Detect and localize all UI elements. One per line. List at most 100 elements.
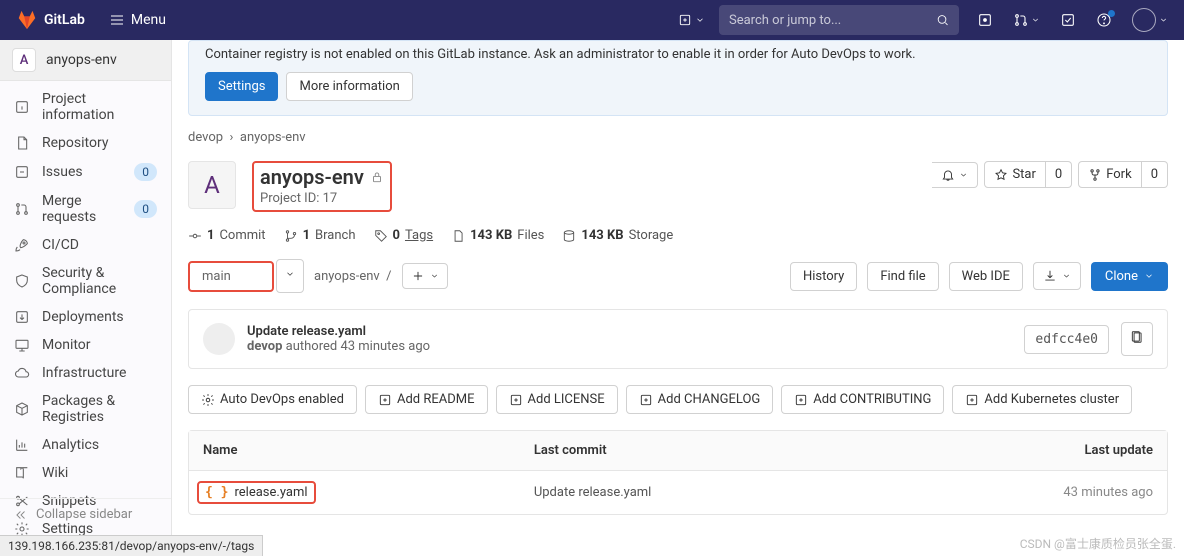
collapse-label: Collapse sidebar [36,507,132,522]
chevron-down-icon [695,13,705,27]
breadcrumb-project[interactable]: anyops-env [240,130,306,145]
history-button[interactable]: History [790,262,857,291]
sidebar-item-ci-cd[interactable]: CI/CD [0,231,171,259]
monitor-icon [14,337,30,353]
sidebar-item-merge-requests[interactable]: Merge requests 0 [0,187,171,231]
star-button[interactable]: Star 0 [984,161,1072,188]
yaml-file-icon: { } [205,485,228,500]
sidebar-item-infrastructure[interactable]: Infrastructure [0,359,171,387]
more-info-button[interactable]: More information [286,72,412,101]
sidebar-item-repository[interactable]: Repository [0,129,171,157]
download-icon [1043,269,1057,283]
sidebar-item-security-compliance[interactable]: Security & Compliance [0,259,171,303]
branch-selector[interactable]: main [188,261,274,292]
quick-action-add-readme[interactable]: Add README [365,385,488,414]
help-nav-icon[interactable] [1096,12,1112,28]
collapse-sidebar-button[interactable]: Collapse sidebar [0,498,171,530]
download-button[interactable] [1033,262,1081,290]
quick-action-auto-devops-enabled[interactable]: Auto DevOps enabled [188,385,357,414]
search-box[interactable] [719,5,959,35]
menu-button[interactable]: Menu [109,12,166,28]
user-avatar-dropdown[interactable] [1132,8,1168,32]
commit-time: 43 minutes ago [340,339,430,354]
issues-nav-icon[interactable] [977,12,993,28]
branches-stat[interactable]: 1Branch [284,228,356,243]
storage-stat[interactable]: 143 KBStorage [562,228,673,243]
lock-icon [370,170,384,184]
quick-action-add-kubernetes-cluster[interactable]: Add Kubernetes cluster [952,385,1132,414]
settings-button[interactable]: Settings [205,72,278,101]
breadcrumb-group[interactable]: devop [188,130,223,145]
sidebar-item-analytics[interactable]: Analytics [0,431,171,459]
top-navbar: GitLab Menu [0,0,1184,40]
sidebar-item-packages-registries[interactable]: Packages & Registries [0,387,171,431]
commits-stat[interactable]: 1Commit [188,228,266,243]
tags-stat[interactable]: 0Tags [374,228,434,243]
sidebar-item-label: Repository [42,135,108,151]
status-bar-url: 139.198.166.235:81/devop/anyops-env/-/ta… [0,535,263,556]
project-stats: 1Commit 1Branch 0Tags 143 KBFiles 143 KB… [188,228,1168,243]
commit-author-avatar[interactable] [203,323,235,355]
hamburger-icon [109,12,125,28]
shield-icon [14,273,30,289]
container-registry-banner: Container registry is not enabled on thi… [188,40,1168,116]
search-input[interactable] [729,13,936,28]
banner-message: Container registry is not enabled on thi… [205,47,1151,62]
plus-square-icon [509,393,523,407]
info-icon [14,99,30,115]
sidebar-item-label: Project information [42,91,157,123]
merge-requests-nav-icon[interactable] [1013,12,1040,28]
web-ide-button[interactable]: Web IDE [949,262,1023,291]
watermark: CSDN @富士康质检员张全蛋. [1020,535,1176,552]
project-avatar-small: A [12,48,36,72]
new-dropdown-button[interactable] [678,13,705,27]
quick-action-add-license[interactable]: Add LICENSE [496,385,618,414]
book-icon [14,465,30,481]
brand-name: GitLab [44,12,85,28]
commit-author[interactable]: devop [247,339,282,354]
sidebar-item-label: Wiki [42,465,68,481]
col-name: Name [189,431,520,471]
sidebar-item-label: Merge requests [42,193,122,225]
quick-action-add-changelog[interactable]: Add CHANGELOG [626,385,774,414]
sidebar-badge: 0 [134,163,157,181]
clone-button[interactable]: Clone [1091,262,1168,291]
copy-sha-button[interactable] [1121,322,1153,356]
quick-action-add-contributing[interactable]: Add CONTRIBUTING [781,385,944,414]
chevron-down-icon [430,269,439,283]
sidebar-item-label: Deployments [42,309,124,325]
repo-path[interactable]: anyops-env / [314,269,392,284]
sidebar-project-link[interactable]: A anyops-env [0,40,171,81]
project-id: Project ID: 17 [260,191,384,206]
sidebar-item-issues[interactable]: Issues 0 [0,157,171,187]
add-to-tree-button[interactable] [402,263,448,289]
deploy-icon [14,309,30,325]
fork-icon [1088,168,1102,182]
file-last-commit[interactable]: Update release.yaml [534,485,652,500]
file-name[interactable]: release.yaml [234,485,307,500]
col-commit: Last commit [520,431,878,471]
branch-dropdown-chevron[interactable] [276,259,304,293]
fork-button[interactable]: Fork 0 [1078,161,1168,188]
file-icon [451,229,465,243]
sidebar-item-monitor[interactable]: Monitor [0,331,171,359]
gear-icon [201,393,215,407]
commit-title[interactable]: Update release.yaml [247,324,1012,339]
sidebar-badge: 0 [134,200,157,218]
sidebar-item-label: Analytics [42,437,99,453]
todos-nav-icon[interactable] [1060,12,1076,28]
notification-dropdown[interactable] [932,162,978,188]
gitlab-logo[interactable]: GitLab [16,9,85,31]
fork-count: 0 [1142,161,1168,188]
commit-sha[interactable]: edfcc4e0 [1024,325,1109,354]
bell-icon [941,168,955,182]
files-stat[interactable]: 143 KBFiles [451,228,544,243]
branch-icon [284,229,298,243]
sidebar-item-project-information[interactable]: Project information [0,85,171,129]
star-count: 0 [1046,161,1072,188]
find-file-button[interactable]: Find file [867,262,938,291]
sidebar-item-deployments[interactable]: Deployments [0,303,171,331]
table-row[interactable]: { }release.yamlUpdate release.yaml43 min… [189,471,1167,514]
sidebar-item-label: Issues [42,164,83,180]
sidebar-item-wiki[interactable]: Wiki [0,459,171,487]
